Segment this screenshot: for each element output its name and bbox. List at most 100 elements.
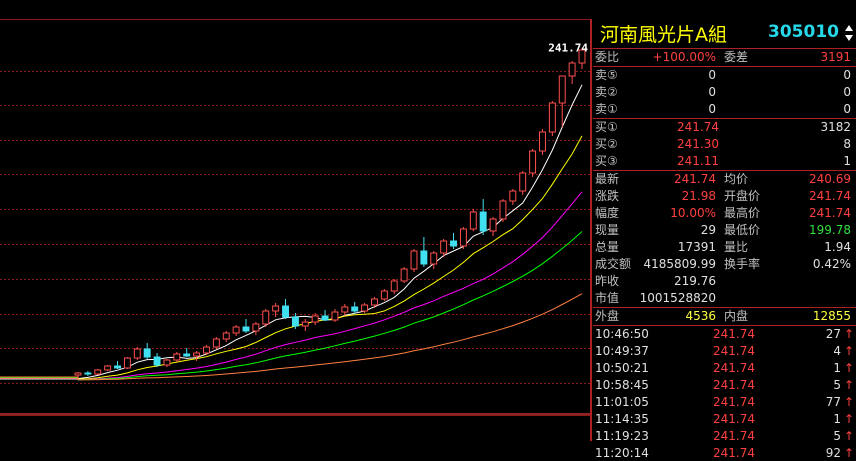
- tick-row: 10:46:50 241.74 27 ↑: [593, 326, 856, 342]
- weibi-value: +100.00%: [652, 50, 716, 64]
- candle-body: [568, 62, 576, 77]
- quote-row: 涨跌 21.98 开盘价 241.74: [593, 188, 856, 204]
- tick-price: 241.74: [713, 327, 755, 341]
- quote-row: 市值 1001528820: [593, 290, 856, 306]
- candle-body: [410, 250, 418, 270]
- stat-label: 最新: [595, 172, 620, 186]
- tick-vol: 4: [833, 344, 841, 358]
- waipan-label: 外盘: [595, 309, 620, 323]
- candle-body: [440, 240, 448, 254]
- stat-value2: 0.42%: [812, 257, 851, 271]
- tick-row: 11:01:05 241.74 77 ↑: [593, 394, 856, 410]
- tick-price: 241.74: [713, 395, 755, 409]
- up-arrow-icon: ↑: [844, 361, 855, 375]
- stat-value: 241.74: [674, 172, 716, 186]
- candle-body: [104, 365, 112, 371]
- stat-value2: 240.69: [809, 172, 851, 186]
- up-arrow-icon: ↑: [844, 412, 855, 426]
- tick-row: 11:19:23 241.74 5 ↑: [593, 428, 856, 444]
- up-arrow-icon: ↑: [844, 344, 855, 358]
- candle-body: [222, 332, 230, 340]
- bid-label: 买③: [595, 154, 618, 168]
- divider: [590, 19, 592, 441]
- candle-body: [143, 348, 151, 358]
- candle-body: [173, 353, 181, 361]
- bid-label: 买②: [595, 137, 618, 151]
- candle-body: [371, 298, 378, 306]
- quote-row: 昨收 219.76: [593, 273, 856, 289]
- quote-row: 幅度 10.00% 最高价 241.74: [593, 205, 856, 221]
- weicha-value: 3191: [820, 50, 851, 64]
- quote-row: 卖① 0 0: [593, 101, 856, 117]
- stat-value2: 199.78: [809, 223, 851, 237]
- kline-chart[interactable]: 241.74: [0, 0, 590, 441]
- quote-row: 总量 17391 量比 1.94: [593, 239, 856, 255]
- stat-label2: 最高价: [724, 206, 761, 220]
- stat-label: 成交额: [595, 257, 632, 271]
- tick-row: 11:14:35 241.74 1 ↑: [593, 411, 856, 427]
- candle-body: [450, 240, 457, 247]
- bid-price: 241.11: [677, 154, 719, 168]
- stat-label2: 换手率: [724, 257, 761, 271]
- stat-label2: 开盘价: [724, 189, 761, 203]
- up-arrow-icon: ↑: [844, 327, 855, 341]
- tick-price: 241.74: [713, 344, 755, 358]
- tick-vol: 77: [825, 395, 841, 409]
- candle-body: [380, 290, 388, 300]
- candle-body: [242, 326, 250, 332]
- tick-time: 10:49:37: [595, 344, 649, 358]
- tick-time: 11:19:23: [595, 429, 649, 443]
- stat-label: 现量: [595, 223, 620, 237]
- candle-body: [390, 280, 398, 292]
- ask-vol: 0: [708, 102, 716, 116]
- tick-vol: 5: [833, 429, 841, 443]
- stat-value2: 241.74: [809, 206, 851, 220]
- tick-vol: 1: [833, 361, 841, 375]
- quote-panel: 委比 +100.00% 委差 3191 卖⑤ 0 0 卖② 0 0 卖① 0 0 买① 241.74 3182…: [593, 19, 856, 460]
- up-arrow-icon: ↑: [844, 446, 855, 460]
- stat-value2: 1.94: [824, 240, 851, 254]
- tick-price: 241.74: [713, 378, 755, 392]
- tick-row: 10:58:45 241.74 5 ↑: [593, 377, 856, 393]
- bid-vol: 3182: [820, 120, 851, 134]
- quote-row: 现量 29 最低价 199.78: [593, 222, 856, 238]
- stat-value2: 241.74: [809, 189, 851, 203]
- candle-body: [459, 228, 467, 247]
- tick-row: 10:50:21 241.74 1 ↑: [593, 360, 856, 376]
- bid-price: 241.30: [677, 137, 719, 151]
- stat-value: 4185809.99: [643, 257, 716, 271]
- ask-vol: 0: [708, 85, 716, 99]
- candle-body: [74, 372, 82, 376]
- stat-value: 1001528820: [639, 291, 716, 305]
- candle-body: [529, 150, 537, 174]
- candle-body: [123, 357, 131, 369]
- candle-body: [94, 369, 102, 375]
- up-arrow-icon: ↑: [844, 429, 855, 443]
- candle-body: [331, 311, 339, 321]
- ask-vol2: 0: [843, 68, 851, 82]
- candle-body: [499, 200, 507, 220]
- candle-body: [203, 346, 210, 354]
- quote-row: 买③ 241.11 1: [593, 153, 856, 169]
- neipan-value: 12855: [812, 309, 851, 323]
- bid-vol: 8: [843, 137, 851, 151]
- stat-label2: 最低价: [724, 223, 761, 237]
- weicha-label: 委差: [724, 50, 749, 64]
- stat-label: 昨收: [595, 274, 620, 288]
- stat-label: 市值: [595, 291, 620, 305]
- stat-value: 29: [700, 223, 716, 237]
- ask-label: 卖⑤: [595, 68, 618, 82]
- ma-line-ma30: [0, 231, 583, 381]
- tick-price: 241.74: [713, 429, 755, 443]
- tick-vol: 27: [825, 327, 841, 341]
- candle-body: [548, 102, 556, 133]
- candle-body: [301, 321, 309, 327]
- candle-body: [133, 348, 141, 359]
- candle-body: [193, 352, 201, 357]
- weibi-label: 委比: [595, 50, 620, 64]
- candle-body: [469, 211, 477, 230]
- stat-label: 涨跌: [595, 189, 620, 203]
- stat-value: 21.98: [681, 189, 716, 203]
- candle-body: [163, 359, 171, 366]
- tick-row: 10:49:37 241.74 4 ↑: [593, 343, 856, 359]
